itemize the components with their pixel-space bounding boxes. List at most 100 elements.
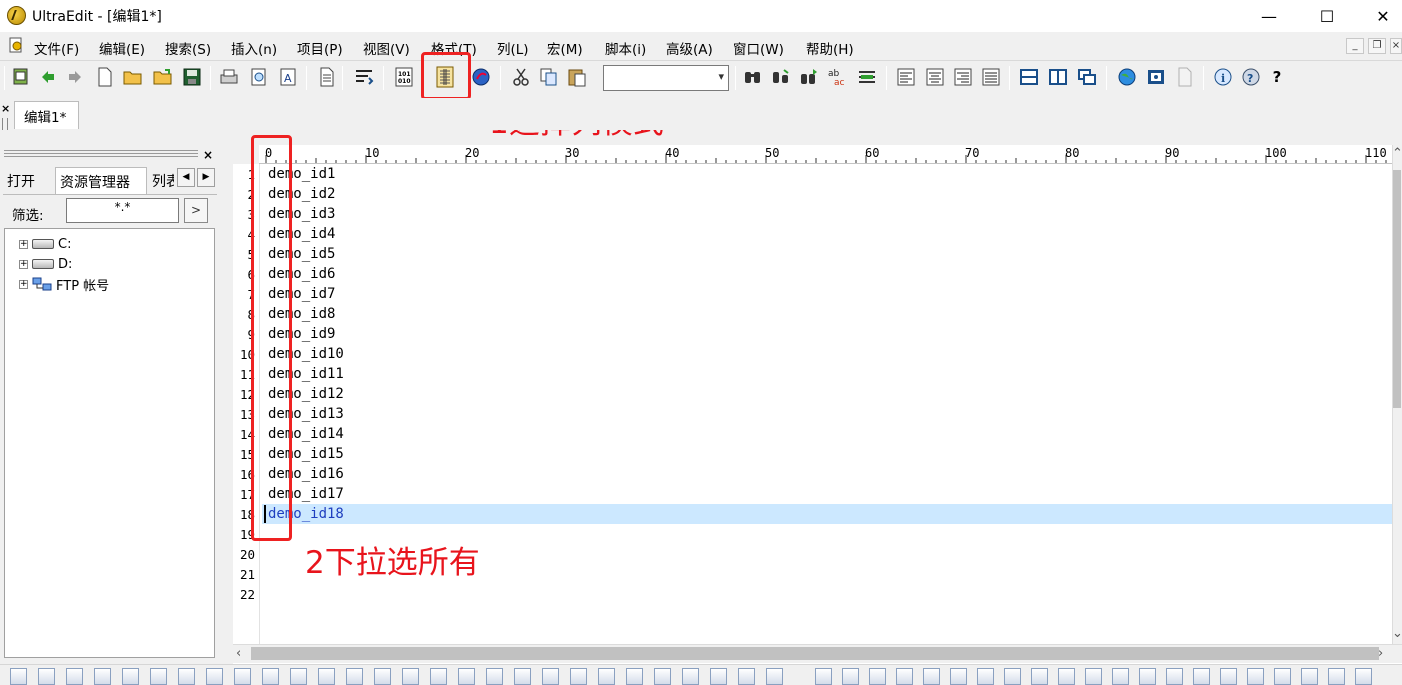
bottom-tool-icon[interactable] (122, 668, 139, 685)
tree-item-ftp[interactable]: + FTP 帐号 (19, 275, 109, 294)
bottom-tool-icon[interactable] (206, 668, 223, 685)
bottom-tool-icon[interactable] (1058, 668, 1075, 685)
save-icon[interactable] (181, 66, 203, 88)
scroll-right-icon[interactable]: › (1378, 646, 1383, 661)
code-line[interactable]: demo_id10 (268, 344, 344, 364)
bottom-tool-icon[interactable] (1247, 668, 1264, 685)
close-window-button[interactable]: ✕ (1360, 0, 1402, 32)
tab-document[interactable]: 编辑1* (14, 101, 79, 129)
code-line[interactable]: demo_id18 (268, 504, 344, 524)
document-menu-icon[interactable] (8, 37, 24, 53)
bottom-tool-icon[interactable] (1166, 668, 1183, 685)
bottom-tool-icon[interactable] (1085, 668, 1102, 685)
font-preview-icon[interactable]: A (277, 66, 299, 88)
mdi-minimize-button[interactable]: _ (1346, 38, 1364, 54)
align-center-icon[interactable] (924, 66, 946, 88)
expand-icon[interactable]: + (19, 259, 28, 269)
find-icon[interactable] (742, 66, 764, 88)
scroll-down-icon[interactable]: ⌄ (1392, 626, 1402, 641)
bottom-tool-icon[interactable] (150, 668, 167, 685)
paste-icon[interactable] (566, 66, 588, 88)
bottom-tool-icon[interactable] (458, 668, 475, 685)
bottom-tool-icon[interactable] (346, 668, 363, 685)
new-file-icon[interactable] (94, 66, 116, 88)
bottom-tool-icon[interactable] (923, 668, 940, 685)
bottom-tool-icon[interactable] (1139, 668, 1156, 685)
web-browser-icon[interactable] (1116, 66, 1138, 88)
menu-edit[interactable]: 编辑(E) (99, 38, 145, 58)
ftp-globe-icon[interactable] (470, 66, 492, 88)
align-right-icon[interactable] (952, 66, 974, 88)
menu-search[interactable]: 搜索(S) (165, 38, 211, 58)
hex-mode-icon[interactable]: 101 010 (393, 66, 415, 88)
justify-icon[interactable] (980, 66, 1002, 88)
bottom-tool-icon[interactable] (1274, 668, 1291, 685)
code-line[interactable]: demo_id12 (268, 384, 344, 404)
goto-line-icon[interactable] (856, 66, 878, 88)
bottom-tool-icon[interactable] (374, 668, 391, 685)
bottom-tool-icon[interactable] (598, 668, 615, 685)
code-line[interactable]: demo_id17 (268, 484, 344, 504)
code-line[interactable]: demo_id1 (268, 164, 335, 184)
code-line[interactable]: demo_id15 (268, 444, 344, 464)
code-line[interactable]: demo_id14 (268, 424, 344, 444)
disabled-tool-icon[interactable] (1174, 66, 1196, 88)
bottom-tool-icon[interactable] (318, 668, 335, 685)
find-next-icon[interactable] (770, 66, 792, 88)
cascade-windows-icon[interactable] (1076, 66, 1098, 88)
filter-apply-button[interactable]: > (184, 198, 208, 223)
maximize-button[interactable]: ☐ (1304, 0, 1350, 32)
tree-item-c[interactable]: + C: (19, 235, 71, 253)
expand-icon[interactable]: + (19, 279, 28, 289)
bottom-tool-icon[interactable] (1193, 668, 1210, 685)
split-horizontal-icon[interactable] (1018, 66, 1040, 88)
info-icon[interactable]: i (1212, 66, 1234, 88)
menu-macro[interactable]: 宏(M) (547, 38, 583, 58)
code-line[interactable]: demo_id7 (268, 284, 335, 304)
print-icon[interactable] (218, 66, 240, 88)
bottom-tool-icon[interactable] (896, 668, 913, 685)
menu-insert[interactable]: 插入(n) (231, 38, 277, 58)
menu-window[interactable]: 窗口(W) (733, 38, 784, 58)
split-vertical-icon[interactable] (1047, 66, 1069, 88)
bottom-tool-icon[interactable] (1301, 668, 1318, 685)
chevron-down-icon[interactable]: ▾ (718, 70, 724, 83)
pane-grip[interactable] (4, 150, 198, 158)
bottom-tool-icon[interactable] (626, 668, 643, 685)
scroll-up-icon[interactable]: ⌃ (1392, 146, 1402, 161)
menu-project[interactable]: 项目(P) (297, 38, 343, 58)
bottom-tool-icon[interactable] (710, 668, 727, 685)
bottom-tool-icon[interactable] (766, 668, 783, 685)
bottom-tool-icon[interactable] (514, 668, 531, 685)
bottom-tool-icon[interactable] (570, 668, 587, 685)
menu-file[interactable]: 文件(F) (34, 38, 79, 58)
align-left-icon[interactable] (895, 66, 917, 88)
bottom-tool-icon[interactable] (66, 668, 83, 685)
tab-close-icon[interactable]: × (1, 102, 10, 115)
bottom-tool-icon[interactable] (1031, 668, 1048, 685)
menu-column[interactable]: 列(L) (497, 38, 529, 58)
code-line[interactable]: demo_id11 (268, 364, 344, 384)
mdi-close-button[interactable]: × (1390, 38, 1402, 54)
bottom-tool-icon[interactable] (38, 668, 55, 685)
bottom-tool-icon[interactable] (950, 668, 967, 685)
menu-format[interactable]: 格式(T) (431, 38, 477, 58)
menu-help[interactable]: 帮助(H) (806, 38, 854, 58)
tab-scroll-left-icon[interactable]: ◀ (177, 168, 195, 187)
tab-scroll-right-icon[interactable]: ▶ (197, 168, 215, 187)
scroll-left-icon[interactable]: ‹ (236, 646, 241, 661)
code-line[interactable]: demo_id6 (268, 264, 335, 284)
document-icon[interactable] (316, 66, 338, 88)
tab-open[interactable]: 打开 (3, 167, 53, 194)
bottom-tool-icon[interactable] (94, 668, 111, 685)
cut-icon[interactable] (510, 66, 532, 88)
bottom-tool-icon[interactable] (10, 668, 27, 685)
font-combo[interactable]: ▾ (603, 65, 729, 91)
column-mode-icon[interactable] (434, 66, 456, 88)
filter-input[interactable]: *.* (66, 198, 179, 223)
pane-close-icon[interactable]: × (203, 148, 213, 162)
replace-icon[interactable]: ab ac (826, 66, 848, 88)
bottom-tool-icon[interactable] (842, 668, 859, 685)
code-line[interactable]: demo_id16 (268, 464, 344, 484)
tab-list[interactable]: 列表 (148, 167, 174, 194)
